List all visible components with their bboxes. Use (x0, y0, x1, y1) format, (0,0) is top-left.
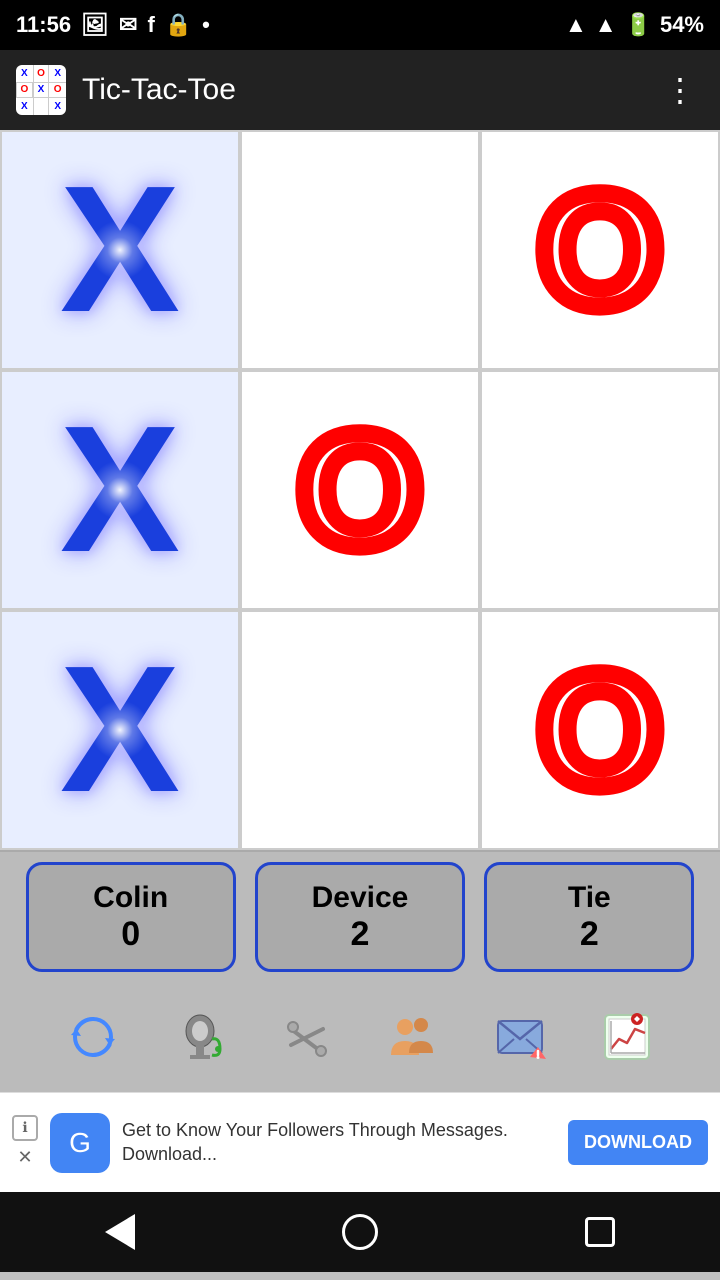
status-right: ▲ ▲ 🔋 54% (565, 12, 704, 38)
chart-button[interactable] (592, 1002, 662, 1072)
score-name-device: Device (312, 881, 409, 915)
cell-6[interactable]: X (0, 610, 240, 850)
notification-icon-1: 🖼 (81, 12, 109, 38)
cell-5[interactable] (480, 370, 720, 610)
ad-close-button[interactable]: ✕ (12, 1145, 38, 1171)
cell-8-value: O (538, 650, 662, 810)
back-button[interactable] (90, 1202, 150, 1262)
refresh-button[interactable] (58, 1002, 128, 1072)
cell-0-value: X (60, 160, 180, 340)
home-icon (342, 1214, 378, 1250)
icon-cell-o1: O (33, 65, 50, 82)
score-box-device: Device 2 (255, 862, 465, 972)
nav-bar (0, 1192, 720, 1272)
ad-banner: ℹ ✕ G Get to Know Your Followers Through… (0, 1092, 720, 1192)
cell-8[interactable]: O (480, 610, 720, 850)
cell-1[interactable] (240, 130, 480, 370)
ad-download-button[interactable]: DOWNLOAD (568, 1120, 708, 1165)
battery-icon: 🔋 (625, 12, 652, 38)
score-name-tie: Tie (568, 881, 611, 915)
battery-percent: 54% (660, 12, 704, 38)
notification-icon-4: 🔒 (165, 12, 192, 38)
icon-cell-empty (33, 98, 50, 115)
settings-button[interactable] (272, 1002, 342, 1072)
time: 11:56 (16, 12, 71, 38)
icon-cell-o2: O (16, 82, 33, 99)
ad-info-icon: ℹ (12, 1115, 38, 1141)
recents-button[interactable] (570, 1202, 630, 1262)
cell-2-value: O (538, 170, 662, 330)
icon-cell-x5: X (49, 98, 66, 115)
score-value-device: 2 (351, 915, 370, 954)
recents-icon (585, 1217, 615, 1247)
cell-4-value: O (298, 410, 422, 570)
signal-icon: ▲ (595, 12, 617, 38)
notification-dot: • (202, 12, 210, 38)
cell-3-value: X (60, 400, 180, 580)
status-left: 11:56 🖼 ✉ f 🔒 • (16, 12, 210, 38)
score-value-colin: 0 (121, 915, 140, 954)
cell-3[interactable]: X (0, 370, 240, 610)
score-value-tie: 2 (580, 915, 599, 954)
score-section: Colin 0 Device 2 Tie 2 (0, 852, 720, 982)
app-bar: X O X O X O X X Tic-Tac-Toe ⋮ (0, 50, 720, 130)
overflow-menu-button[interactable]: ⋮ (656, 63, 704, 117)
cell-6-value: X (60, 640, 180, 820)
icon-cell-x2: X (49, 65, 66, 82)
cell-2[interactable]: O (480, 130, 720, 370)
wifi-icon: ▲ (565, 12, 587, 38)
bottom-toolbar (0, 982, 720, 1092)
status-bar: 11:56 🖼 ✉ f 🔒 • ▲ ▲ 🔋 54% (0, 0, 720, 50)
ad-text: Get to Know Your Followers Through Messa… (122, 1119, 556, 1166)
app-icon: X O X O X O X X (16, 65, 66, 115)
cell-7[interactable] (240, 610, 480, 850)
players-button[interactable] (378, 1002, 448, 1072)
icon-cell-x1: X (16, 65, 33, 82)
sound-button[interactable] (165, 1002, 235, 1072)
app-title: Tic-Tac-Toe (82, 73, 656, 107)
notification-icon-2: ✉ (119, 12, 137, 38)
back-icon (105, 1214, 135, 1250)
ad-app-icon: G (50, 1113, 110, 1173)
icon-cell-x3: X (33, 82, 50, 99)
icon-cell-o3: O (49, 82, 66, 99)
score-box-tie: Tie 2 (484, 862, 694, 972)
message-button[interactable] (485, 1002, 555, 1072)
game-board: X O X O X O (0, 130, 720, 852)
icon-cell-x4: X (16, 98, 33, 115)
cell-4[interactable]: O (240, 370, 480, 610)
home-button[interactable] (330, 1202, 390, 1262)
score-box-colin: Colin 0 (26, 862, 236, 972)
score-name-colin: Colin (93, 881, 168, 915)
cell-0[interactable]: X (0, 130, 240, 370)
notification-icon-3: f (147, 12, 154, 38)
